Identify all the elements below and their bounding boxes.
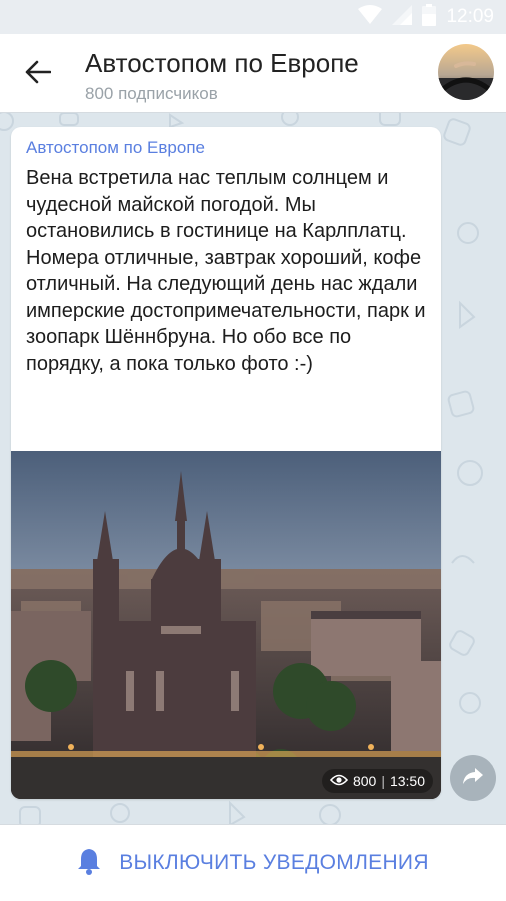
post-channel-name[interactable]: Автостопом по Европе (26, 138, 205, 158)
subscriber-count: 800 подписчиков (85, 84, 218, 103)
status-time: 12:09 (446, 6, 494, 27)
post-photo[interactable]: 800 | 13:50 (11, 451, 441, 799)
post-text: Вена встретила нас теплым солнцем и чуде… (26, 167, 426, 375)
post-meta: 800 | 13:50 (321, 769, 433, 793)
share-icon (461, 766, 485, 791)
post-time: 13:50 (389, 773, 425, 789)
channel-title[interactable]: Автостопом по Европе (85, 48, 359, 79)
meta-separator: | (381, 773, 385, 789)
mute-notifications-button[interactable]: ВЫКЛЮЧИТЬ УВЕДОМЛЕНИЯ (0, 824, 506, 901)
channel-post[interactable]: Автостопом по Европе Вена встретила нас … (11, 127, 441, 799)
back-button[interactable] (16, 54, 60, 94)
back-arrow-icon (25, 60, 52, 89)
channel-avatar[interactable] (438, 44, 494, 100)
status-bar: 12:09 (0, 0, 506, 34)
eye-icon (329, 773, 349, 789)
wifi-icon (358, 4, 383, 30)
signal-icon (392, 4, 413, 30)
battery-icon (422, 3, 437, 31)
view-count: 800 (352, 773, 377, 789)
channel-header: Автостопом по Европе 800 подписчиков (0, 34, 506, 113)
church-photo-illustration (11, 451, 441, 799)
share-button[interactable] (450, 755, 496, 801)
bell-icon (77, 847, 101, 880)
chat-area[interactable]: Автостопом по Европе Вена встретила нас … (0, 113, 506, 824)
mute-notifications-label: ВЫКЛЮЧИТЬ УВЕДОМЛЕНИЯ (119, 851, 429, 874)
